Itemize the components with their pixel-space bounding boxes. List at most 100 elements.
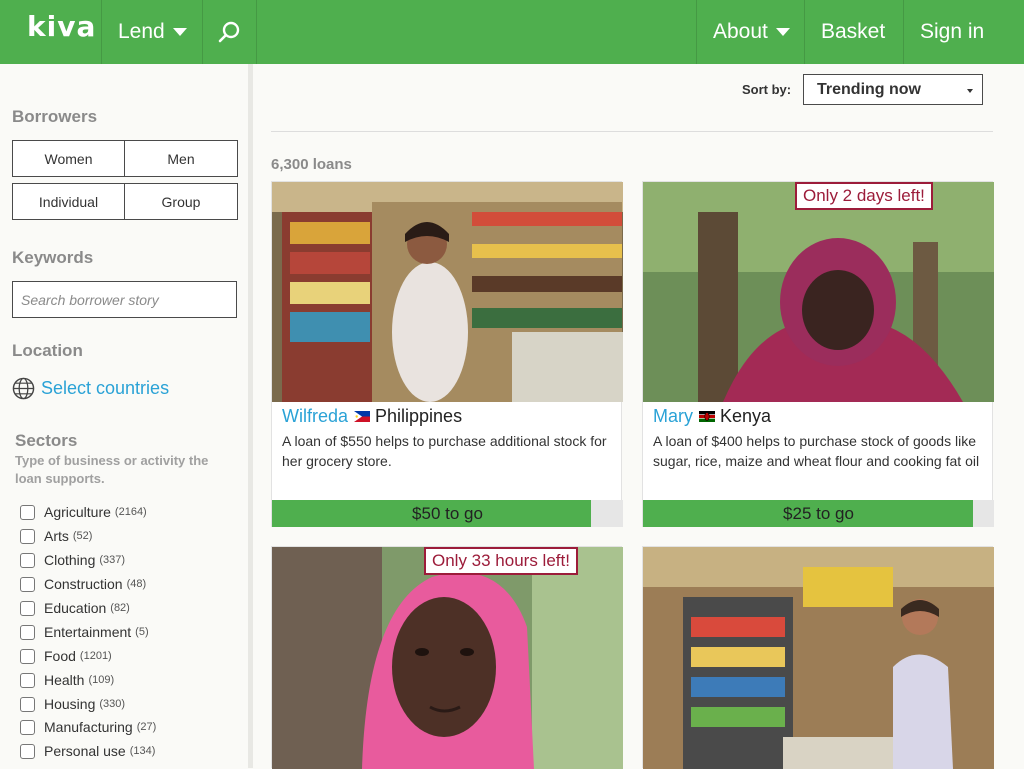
loan-card[interactable]: Only 33 hours left! [271, 546, 623, 769]
sector-count: (52) [72, 530, 93, 542]
keywords-heading: Keywords [12, 248, 94, 267]
checkbox[interactable] [20, 672, 35, 688]
amount-to-go[interactable]: $25 to go [643, 500, 994, 527]
funding-progress-bar[interactable]: $25 to go [643, 500, 994, 527]
nav-divider [202, 0, 203, 64]
chevron-down-icon [775, 28, 790, 36]
lend-menu-button[interactable]: Lend [118, 0, 187, 64]
borrower-country: Kenya [720, 406, 772, 426]
time-left-badge: Only 2 days left! [795, 182, 933, 210]
checkbox[interactable] [20, 576, 35, 592]
globe-icon [12, 377, 35, 400]
amount-to-go[interactable]: $50 to go [272, 500, 623, 527]
loan-card[interactable]: Wilfreda Philippines A loan of $550 help… [271, 181, 623, 527]
time-left-badge: Only 33 hours left! [424, 547, 578, 575]
sector-count: (134) [129, 745, 156, 757]
loan-description: A loan of $550 helps to purchase additio… [282, 433, 607, 469]
borrower-photo[interactable] [272, 182, 623, 402]
filter-group-button[interactable]: Group [124, 183, 238, 220]
sector-label: Clothing [44, 552, 96, 568]
sector-checkbox-manufacturing[interactable]: Manufacturing (27) [20, 719, 156, 735]
loan-card[interactable] [642, 546, 994, 769]
checkbox[interactable] [20, 504, 35, 520]
borrowers-heading: Borrowers [12, 107, 98, 126]
sector-checkbox-personal-use[interactable]: Personal use (134) [20, 743, 155, 759]
kenya-flag-icon [699, 411, 715, 422]
checkbox[interactable] [20, 719, 35, 735]
checkbox[interactable] [20, 743, 35, 759]
sector-label: Construction [44, 576, 123, 592]
divider [271, 131, 993, 132]
sector-label: Food [44, 648, 76, 664]
checkbox[interactable] [20, 600, 35, 616]
kiva-logo[interactable]: kiva [27, 10, 96, 43]
store-photo-image [643, 547, 994, 769]
philippines-flag-icon [354, 411, 371, 422]
select-countries-link[interactable]: Select countries [12, 377, 169, 400]
sector-checkbox-clothing[interactable]: Clothing (337) [20, 552, 125, 568]
sector-count: (2164) [114, 506, 147, 518]
search-icon [218, 21, 240, 43]
about-label: About [713, 20, 768, 43]
checkbox[interactable] [20, 528, 35, 544]
sector-count: (1201) [79, 650, 112, 662]
borrower-name-row: Mary Kenya [653, 406, 771, 427]
select-countries-label: Select countries [41, 378, 170, 398]
borrower-country: Philippines [375, 406, 463, 426]
filter-men-button[interactable]: Men [124, 140, 238, 177]
about-menu-button[interactable]: About [713, 0, 790, 64]
checkbox[interactable] [20, 624, 35, 640]
borrower-portrait-image [272, 547, 623, 769]
filter-individual-button[interactable]: Individual [12, 183, 125, 220]
sector-checkbox-construction[interactable]: Construction (48) [20, 576, 146, 592]
sign-in-link[interactable]: Sign in [920, 0, 984, 64]
nav-divider [696, 0, 697, 64]
borrower-photo[interactable] [643, 547, 994, 769]
nav-divider [256, 0, 257, 64]
nav-divider [903, 0, 904, 64]
sidebar-scrollbar[interactable] [248, 64, 253, 768]
borrower-name-row: Wilfreda Philippines [282, 406, 462, 427]
sector-label: Education [44, 600, 107, 616]
sector-count: (109) [88, 674, 115, 686]
top-nav-bar: kiva Lend About Basket Sign in [0, 0, 1024, 64]
checkbox[interactable] [20, 648, 35, 664]
basket-link[interactable]: Basket [821, 0, 885, 64]
sector-label: Personal use [44, 743, 126, 759]
checkbox[interactable] [20, 696, 35, 712]
sector-checkbox-arts[interactable]: Arts (52) [20, 528, 92, 544]
nav-divider [101, 0, 102, 64]
sector-label: Entertainment [44, 624, 132, 640]
borrower-photo[interactable] [643, 182, 994, 402]
sector-checkbox-education[interactable]: Education (82) [20, 600, 130, 616]
sector-count: (330) [99, 698, 126, 710]
sector-checkbox-housing[interactable]: Housing (330) [20, 696, 125, 712]
sectors-description: Type of business or activity the loan su… [15, 453, 209, 486]
borrower-photo[interactable] [272, 547, 623, 769]
loan-card[interactable]: Only 2 days left! Mary Kenya A loan of $… [642, 181, 994, 527]
loan-count: 6,300 loans [271, 156, 352, 173]
sector-checkbox-food[interactable]: Food (1201) [20, 648, 112, 664]
store-photo-image [272, 182, 623, 402]
filter-women-button[interactable]: Women [12, 140, 125, 177]
sort-dropdown[interactable]: Trending now [803, 74, 983, 105]
sector-count: (48) [126, 578, 147, 590]
funding-progress-bar[interactable]: $50 to go [272, 500, 623, 527]
sector-checkbox-health[interactable]: Health (109) [20, 672, 114, 688]
borrower-portrait-image [643, 182, 994, 402]
sector-checkbox-agriculture[interactable]: Agriculture (2164) [20, 504, 147, 520]
checkbox[interactable] [20, 552, 35, 568]
sector-count: (337) [99, 554, 126, 566]
borrower-name-link[interactable]: Mary [653, 406, 693, 427]
sector-label: Manufacturing [44, 719, 133, 735]
borrower-name-link[interactable]: Wilfreda [282, 406, 348, 427]
location-heading: Location [12, 341, 83, 360]
sector-checkbox-entertainment[interactable]: Entertainment (5) [20, 624, 149, 640]
search-button[interactable] [218, 0, 240, 64]
sector-count: (27) [136, 721, 157, 733]
sector-label: Agriculture [44, 504, 111, 520]
nav-divider [804, 0, 805, 64]
keyword-search-input[interactable] [12, 281, 237, 318]
loan-description: A loan of $400 helps to purchase stock o… [653, 433, 980, 469]
lend-label: Lend [118, 20, 165, 43]
